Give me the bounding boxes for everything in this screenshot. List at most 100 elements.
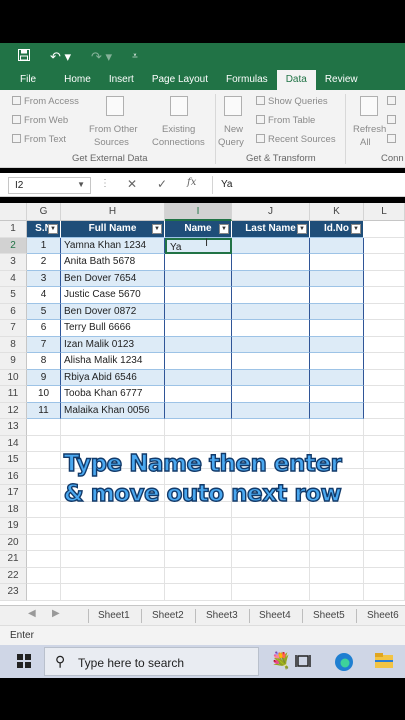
column-header-g[interactable]: G (27, 203, 61, 221)
table-cell[interactable] (310, 237, 364, 254)
grid-cell[interactable] (27, 534, 61, 551)
connections-small-button[interactable] (387, 96, 399, 107)
table-cell[interactable] (232, 336, 310, 353)
cancel-icon[interactable]: ✕ (127, 177, 137, 191)
tab-review[interactable]: Review (316, 70, 367, 90)
row-header[interactable]: 6 (0, 303, 27, 320)
fx-icon[interactable]: fx (187, 177, 196, 188)
filter-dropdown-icon[interactable]: ▼ (297, 224, 307, 234)
tab-file[interactable]: File (0, 70, 55, 90)
chevron-down-icon[interactable]: ▼ (77, 180, 85, 189)
grid-cell[interactable] (27, 435, 61, 452)
table-cell[interactable] (310, 369, 364, 386)
row-header[interactable]: 11 (0, 386, 27, 403)
grid-cell[interactable] (310, 419, 364, 436)
properties-small-button[interactable] (387, 115, 399, 126)
grid-cell[interactable] (165, 435, 232, 452)
table-cell[interactable]: Rbiya Abid 6546 (61, 369, 165, 386)
tab-page-layout[interactable]: Page Layout (143, 70, 217, 90)
windows-start-icon[interactable] (17, 654, 31, 668)
sheet-tab-sheet4[interactable]: Sheet4 (259, 608, 291, 624)
table-cell[interactable]: Malaika Khan 0056 (61, 402, 165, 419)
grid-cell[interactable] (364, 435, 405, 452)
grid-cell[interactable] (61, 518, 165, 535)
row-header[interactable]: 8 (0, 336, 27, 353)
redo-icon[interactable]: ↷ ▾ (91, 49, 112, 65)
table-cell[interactable] (165, 386, 232, 403)
grid-cell[interactable] (310, 518, 364, 535)
table-cell[interactable] (310, 386, 364, 403)
grid-cell[interactable] (364, 369, 405, 386)
grid-cell[interactable] (232, 584, 310, 601)
scroll-sheets-left-icon[interactable]: ◀ (28, 608, 36, 619)
grid-cell[interactable] (310, 551, 364, 568)
filter-dropdown-icon[interactable]: ▼ (48, 224, 58, 234)
row-header[interactable]: 23 (0, 584, 27, 601)
row-header[interactable]: 9 (0, 353, 27, 370)
table-cell[interactable] (232, 303, 310, 320)
column-header-i[interactable]: I (165, 203, 232, 221)
grid-cell[interactable] (232, 567, 310, 584)
row-header[interactable]: 7 (0, 320, 27, 337)
undo-icon[interactable]: ↶ ▾ (50, 49, 71, 65)
grid-cell[interactable] (364, 419, 405, 436)
save-icon[interactable] (18, 49, 30, 64)
table-cell[interactable] (310, 287, 364, 304)
grid-cell[interactable] (364, 237, 405, 254)
table-header-cell[interactable]: Last Name ▼ (232, 221, 310, 238)
table-cell[interactable]: 3 (27, 270, 61, 287)
select-all-corner[interactable] (0, 203, 27, 221)
column-header-h[interactable]: H (61, 203, 165, 221)
grid-cell[interactable] (364, 336, 405, 353)
grid-cell[interactable] (61, 567, 165, 584)
scroll-sheets-right-icon[interactable]: ▶ (52, 608, 60, 619)
grid-cell[interactable] (364, 320, 405, 337)
table-cell[interactable] (310, 254, 364, 271)
table-cell[interactable] (232, 353, 310, 370)
from-table-button[interactable]: From Table (256, 115, 315, 126)
table-cell[interactable]: 5 (27, 303, 61, 320)
row-header[interactable]: 22 (0, 567, 27, 584)
grid-cell[interactable] (61, 534, 165, 551)
table-cell[interactable]: 8 (27, 353, 61, 370)
row-header[interactable]: 1 (0, 221, 27, 238)
table-cell[interactable]: 1 (27, 237, 61, 254)
table-cell[interactable] (232, 386, 310, 403)
tab-insert[interactable]: Insert (100, 70, 143, 90)
row-header[interactable]: 14 (0, 435, 27, 452)
row-header[interactable]: 20 (0, 534, 27, 551)
table-cell[interactable]: 11 (27, 402, 61, 419)
table-cell[interactable]: 9 (27, 369, 61, 386)
grid-cell[interactable] (165, 518, 232, 535)
table-cell[interactable]: 10 (27, 386, 61, 403)
grid-cell[interactable] (27, 551, 61, 568)
table-cell[interactable]: Anita Bath 5678 (61, 254, 165, 271)
table-cell[interactable] (310, 353, 364, 370)
row-header[interactable]: 21 (0, 551, 27, 568)
grid-cell[interactable] (27, 584, 61, 601)
table-header-cell[interactable]: S.N ▼ (27, 221, 61, 238)
table-cell[interactable] (310, 402, 364, 419)
table-cell[interactable]: Izan Malik 0123 (61, 336, 165, 353)
row-header[interactable]: 5 (0, 287, 27, 304)
table-cell[interactable] (232, 287, 310, 304)
table-cell[interactable] (232, 369, 310, 386)
active-cell-i2[interactable]: Ya (165, 237, 232, 254)
grid-cell[interactable] (364, 402, 405, 419)
grid-cell[interactable] (364, 567, 405, 584)
table-cell[interactable] (310, 303, 364, 320)
row-header[interactable]: 3 (0, 254, 27, 271)
resize-dots-icon[interactable]: ⋮ (100, 178, 110, 189)
row-header[interactable]: 12 (0, 402, 27, 419)
table-cell[interactable] (165, 270, 232, 287)
grid-cell[interactable] (61, 551, 165, 568)
grid-cell[interactable] (364, 584, 405, 601)
grid-cell[interactable] (232, 419, 310, 436)
grid-cell[interactable] (364, 386, 405, 403)
customize-qat-icon[interactable]: ⩡ (132, 51, 138, 62)
grid-cell[interactable] (232, 435, 310, 452)
tab-data[interactable]: Data (276, 70, 316, 90)
table-cell[interactable]: Terry Bull 6666 (61, 320, 165, 337)
row-header[interactable]: 10 (0, 369, 27, 386)
grid-cell[interactable] (165, 534, 232, 551)
